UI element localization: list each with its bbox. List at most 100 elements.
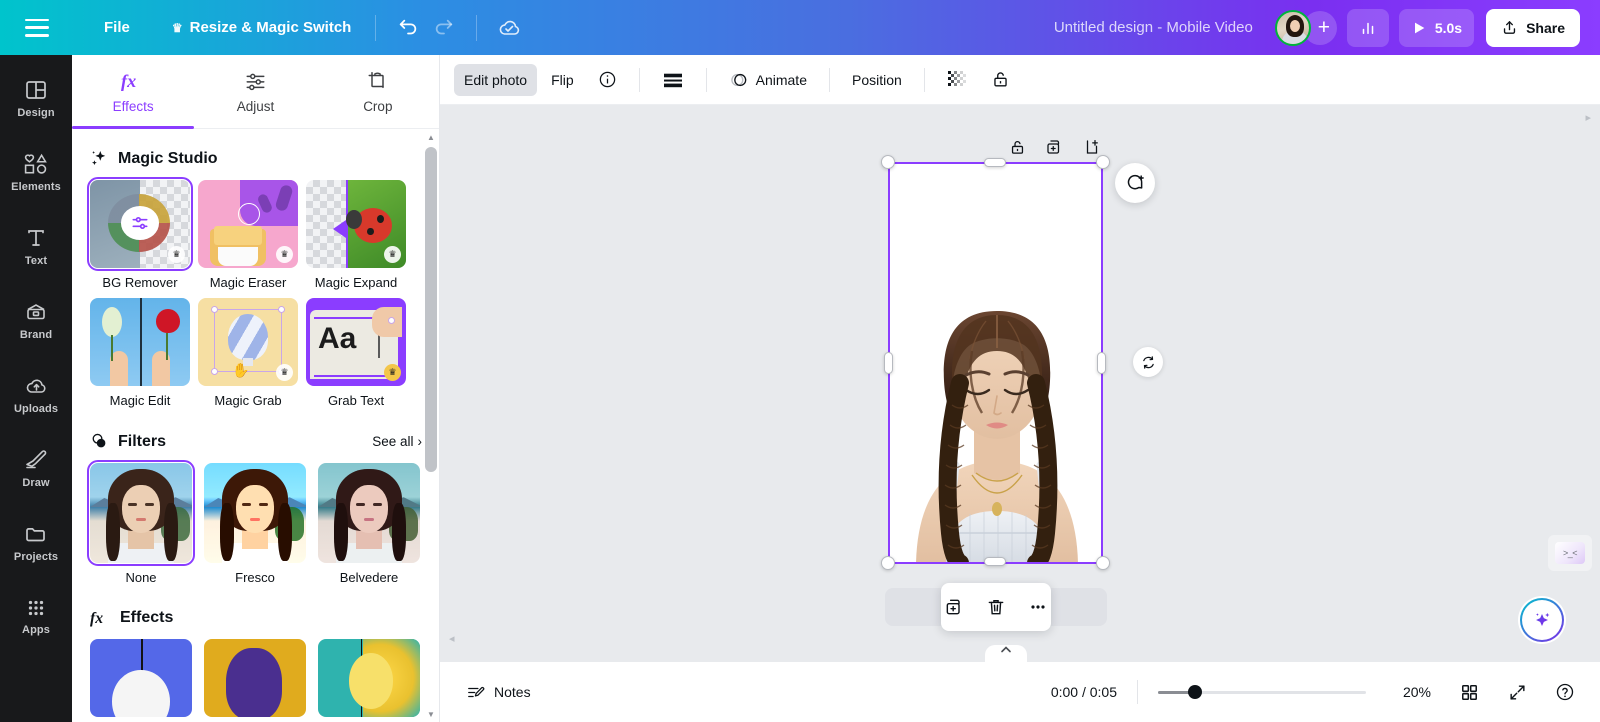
play-icon	[1414, 22, 1425, 33]
play-preview-button[interactable]: 5.0s	[1398, 8, 1475, 47]
scrollbar-track[interactable]	[425, 147, 437, 704]
divider	[923, 67, 925, 92]
edit-photo-button[interactable]: Edit photo	[454, 63, 538, 96]
resize-handle-top-right[interactable]	[1096, 155, 1110, 169]
mini-thumbnail[interactable]: >_<	[1548, 535, 1592, 571]
canva-editor-window: File ♛ Resize & Magic Switch Untitled de…	[0, 0, 1600, 722]
resize-handle-top[interactable]	[984, 158, 1006, 167]
zoom-value[interactable]: 20%	[1396, 684, 1438, 700]
notes-button[interactable]: Notes	[458, 677, 539, 708]
undo-icon[interactable]	[390, 10, 426, 46]
resize-handle-top-left[interactable]	[881, 155, 895, 169]
apps-grid-icon	[28, 600, 44, 615]
tab-crop[interactable]: Crop	[317, 55, 439, 128]
file-menu-button[interactable]: File	[94, 12, 140, 43]
resize-magic-switch-button[interactable]: ♛ Resize & Magic Switch	[162, 12, 361, 43]
transparency-grid-button[interactable]	[937, 64, 977, 96]
uploads-cloud-icon	[26, 379, 45, 393]
position-button[interactable]: Position	[842, 64, 912, 96]
animate-button[interactable]: Animate	[719, 64, 817, 96]
card-thumbnail: ♛	[306, 180, 406, 268]
panel-scrollbar[interactable]: ▲ ▼	[423, 129, 439, 722]
sidebar-item-design[interactable]: Design	[0, 61, 72, 135]
filter-fresco[interactable]: Fresco	[204, 463, 306, 585]
duplicate-icon[interactable]	[1040, 133, 1068, 161]
sidebar-item-brand[interactable]: Brand	[0, 283, 72, 357]
collapse-timeline-button[interactable]	[985, 645, 1027, 662]
resize-handle-bottom-right[interactable]	[1096, 556, 1110, 570]
card-thumbnail	[90, 298, 190, 386]
see-all-filters-button[interactable]: See all ›	[372, 434, 422, 449]
card-label: Magic Grab	[214, 393, 282, 408]
crop-icon	[368, 71, 385, 88]
draw-pen-icon	[26, 449, 47, 468]
comment-add-icon[interactable]	[1115, 163, 1155, 203]
info-button[interactable]	[588, 64, 627, 96]
filter-thumbnail	[204, 463, 306, 563]
zoom-slider[interactable]	[1158, 684, 1366, 700]
delete-trash-icon[interactable]	[983, 594, 1009, 620]
photo-subject[interactable]	[894, 233, 1100, 563]
design-page[interactable]	[889, 163, 1102, 563]
sidebar-item-draw[interactable]: Draw	[0, 431, 72, 505]
more-options-icon[interactable]	[1025, 594, 1051, 620]
cloud-saved-icon[interactable]	[491, 10, 527, 46]
analytics-button[interactable]	[1346, 8, 1389, 47]
card-thumbnail: ♛	[198, 180, 298, 268]
sidebar-item-apps[interactable]: Apps	[0, 579, 72, 653]
sidebar-item-text[interactable]: Text	[0, 209, 72, 283]
document-title[interactable]: Untitled design - Mobile Video	[1054, 19, 1253, 36]
filter-belvedere[interactable]: Belvedere	[318, 463, 420, 585]
magic-sparkle-icon[interactable]	[1520, 598, 1564, 642]
effect-thumbnail[interactable]	[318, 639, 420, 717]
zoom-slider-knob[interactable]	[1188, 685, 1202, 699]
rotate-icon[interactable]	[1133, 347, 1163, 377]
sidebar-item-projects[interactable]: Projects	[0, 505, 72, 579]
resize-handle-bottom[interactable]	[984, 557, 1006, 566]
redo-icon[interactable]	[426, 10, 462, 46]
next-page-arrow[interactable]: ▸	[1585, 111, 1591, 124]
resize-handle-left[interactable]	[884, 352, 893, 374]
card-magic-edit[interactable]: Magic Edit	[90, 298, 190, 408]
lock-button[interactable]	[981, 64, 1020, 96]
resize-handle-bottom-left[interactable]	[881, 556, 895, 570]
card-magic-expand[interactable]: ♛ Magic Expand	[306, 180, 406, 290]
avatar[interactable]	[1274, 9, 1311, 46]
transparency-button[interactable]	[652, 64, 694, 96]
tab-label: Adjust	[236, 98, 275, 114]
flip-button[interactable]: Flip	[541, 64, 584, 96]
card-bg-remover[interactable]: ♛ BG Remover	[87, 177, 193, 290]
scroll-down-arrow-icon[interactable]: ▼	[423, 706, 439, 722]
sidebar-item-elements[interactable]: Elements	[0, 135, 72, 209]
scroll-up-arrow-icon[interactable]: ▲	[423, 129, 439, 145]
share-button[interactable]: Share	[1486, 8, 1580, 47]
effect-thumbnail[interactable]	[204, 639, 306, 717]
effect-thumbnail[interactable]	[90, 639, 192, 717]
tab-effects[interactable]: fx Effects	[72, 55, 195, 129]
lock-icon[interactable]	[1003, 133, 1031, 161]
lock-open-icon	[994, 72, 1007, 87]
scrollbar-thumb[interactable]	[425, 147, 437, 472]
help-question-icon[interactable]	[1548, 675, 1582, 709]
expand-fullscreen-icon[interactable]	[1500, 675, 1534, 709]
filter-label: Belvedere	[339, 570, 399, 585]
filter-none[interactable]: None	[87, 460, 195, 585]
card-magic-grab[interactable]: ✋ ♛ Magic Grab	[198, 298, 298, 408]
tab-label: Crop	[363, 98, 393, 114]
resize-handle-right[interactable]	[1097, 352, 1106, 374]
tab-adjust[interactable]: Adjust	[194, 55, 316, 128]
hamburger-icon[interactable]	[25, 18, 49, 37]
share-label: Share	[1526, 19, 1565, 36]
card-grab-text[interactable]: Aa ♛ Grab Text	[306, 298, 406, 408]
magic-studio-grid: ♛ BG Remover ♛ Magic Eraser ♛ Magic Expa…	[72, 168, 440, 408]
duplicate-icon[interactable]	[941, 594, 967, 620]
grid-pages-icon[interactable]	[1452, 675, 1486, 709]
card-magic-eraser[interactable]: ♛ Magic Eraser	[198, 180, 298, 290]
fx-icon: fx	[121, 70, 136, 90]
prev-page-arrow[interactable]: ◂	[449, 632, 455, 645]
card-label: Grab Text	[327, 393, 385, 408]
canvas-area[interactable]: ◂ ▸ >_<	[440, 105, 1600, 662]
elements-shapes-icon	[24, 153, 47, 174]
sidebar-item-uploads[interactable]: Uploads	[0, 357, 72, 431]
time-display: 0:00 / 0:05	[1050, 684, 1117, 700]
